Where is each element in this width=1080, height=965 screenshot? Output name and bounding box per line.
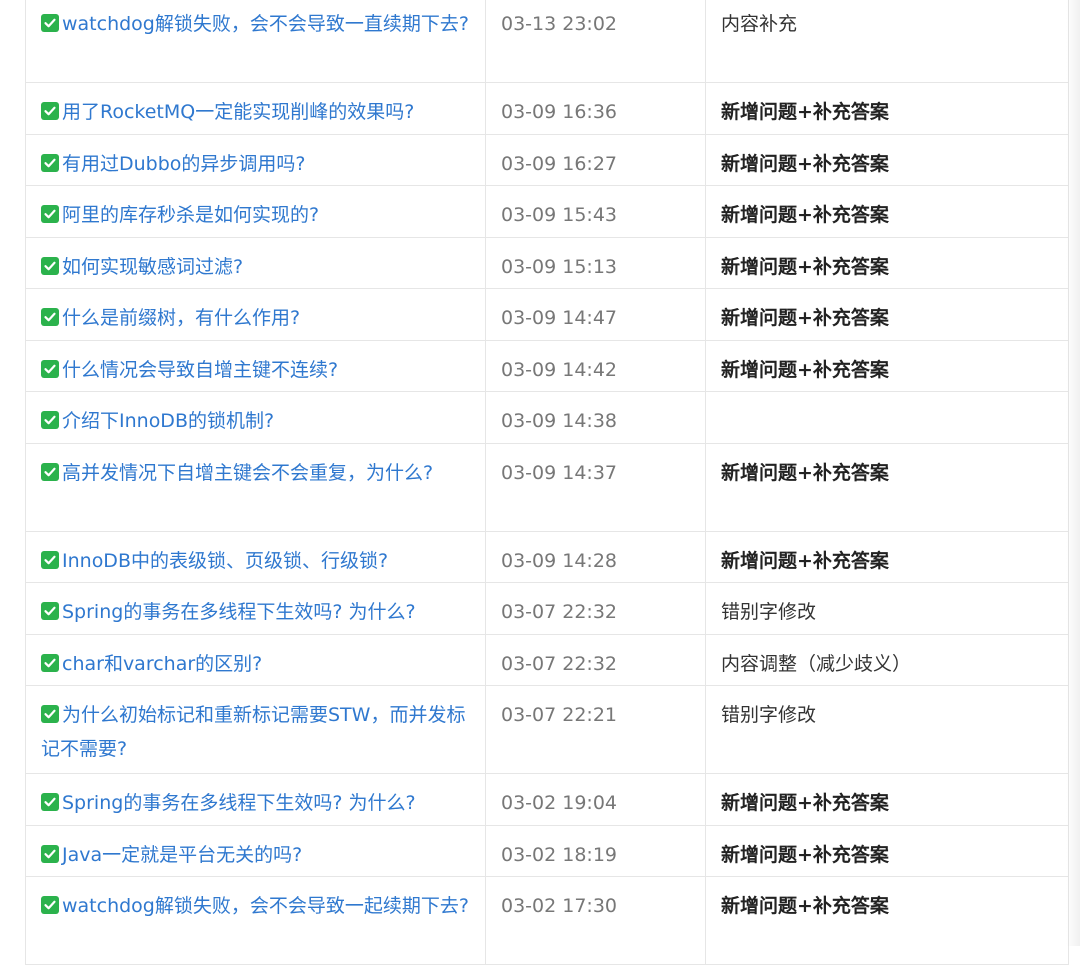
update-time: 03-02 17:30 <box>485 876 706 965</box>
update-time: 03-09 14:37 <box>485 442 706 532</box>
check-box-icon <box>41 153 59 172</box>
table-row: watchdog解锁失败，会不会导致一直续期下去? 03-13 23:02 内容补充 <box>25 0 1069 83</box>
question-link[interactable]: Java一定就是平台无关的吗? <box>62 844 302 866</box>
question-link[interactable]: Spring的事务在多线程下生效吗? 为什么? <box>62 601 416 623</box>
question-cell: 如何实现敏感词过滤? <box>25 236 486 289</box>
question-cell: watchdog解锁失败，会不会导致一直续期下去? <box>25 0 486 83</box>
question-link[interactable]: 阿里的库存秒杀是如何实现的? <box>62 204 319 226</box>
update-time: 03-02 18:19 <box>485 824 706 877</box>
question-cell: InnoDB中的表级锁、页级锁、行级锁? <box>25 530 486 583</box>
question-cell: 用了RocketMQ一定能实现削峰的效果吗? <box>25 82 486 135</box>
change-note: 新增问题+补充答案 <box>705 773 1069 826</box>
question-cell: 阿里的库存秒杀是如何实现的? <box>25 185 486 238</box>
table-row: 为什么初始标记和重新标记需要STW，而并发标记不需要? 03-07 22:21 错别… <box>25 685 1069 774</box>
table-row: Spring的事务在多线程下生效吗? 为什么? 03-02 19:04 新增问题+补… <box>25 773 1069 826</box>
question-cell: 什么是前缀树，有什么作用? <box>25 288 486 341</box>
check-box-icon <box>41 205 59 223</box>
check-box-icon <box>41 793 59 811</box>
update-time: 03-13 23:02 <box>485 0 706 83</box>
question-cell: Spring的事务在多线程下生效吗? 为什么? <box>25 582 486 635</box>
question-cell: watchdog解锁失败，会不会导致一起续期下去? <box>25 876 486 965</box>
update-time: 03-02 19:04 <box>485 773 706 826</box>
question-link[interactable]: watchdog解锁失败，会不会导致一起续期下去? <box>62 895 469 917</box>
table-row: 高并发情况下自增主键会不会重复，为什么? 03-09 14:37 新增问题+补充答案 <box>25 442 1069 532</box>
question-cell: 有用过Dubbo的异步调用吗? <box>25 133 486 186</box>
update-time: 03-09 14:38 <box>485 391 706 444</box>
question-cell: 为什么初始标记和重新标记需要STW，而并发标记不需要? <box>25 685 486 774</box>
check-box-icon <box>41 653 59 672</box>
question-link[interactable]: InnoDB中的表级锁、页级锁、行级锁? <box>62 550 388 572</box>
table-row: Spring的事务在多线程下生效吗? 为什么? 03-07 22:32 错别字修改 <box>25 582 1069 635</box>
change-note: 新增问题+补充答案 <box>705 133 1069 186</box>
question-link[interactable]: 有用过Dubbo的异步调用吗? <box>62 153 306 175</box>
question-cell: 高并发情况下自增主键会不会重复，为什么? <box>25 442 486 532</box>
question-link[interactable]: 为什么初始标记和重新标记需要STW，而并发标记不需要? <box>41 704 465 760</box>
check-box-icon <box>41 602 59 620</box>
change-note: 内容调整（减少歧义） <box>705 633 1069 686</box>
check-box-icon <box>41 411 59 429</box>
change-note: 新增问题+补充答案 <box>705 288 1069 341</box>
question-cell: Java一定就是平台无关的吗? <box>25 824 486 877</box>
change-note: 新增问题+补充答案 <box>705 824 1069 877</box>
update-time: 03-07 22:32 <box>485 633 706 686</box>
change-note: 新增问题+补充答案 <box>705 530 1069 583</box>
table-row: 有用过Dubbo的异步调用吗? 03-09 16:27 新增问题+补充答案 <box>25 133 1069 186</box>
change-note: 新增问题+补充答案 <box>705 339 1069 392</box>
check-box-icon <box>41 359 59 378</box>
question-link[interactable]: 高并发情况下自增主键会不会重复，为什么? <box>62 462 433 484</box>
changelog-rows: watchdog解锁失败，会不会导致一直续期下去? 03-13 23:02 内容补充… <box>25 0 1069 965</box>
update-time: 03-09 14:47 <box>485 288 706 341</box>
question-link[interactable]: Spring的事务在多线程下生效吗? 为什么? <box>62 792 416 814</box>
table-row: 什么情况会导致自增主键不连续? 03-09 14:42 新增问题+补充答案 <box>25 339 1069 392</box>
change-note: 新增问题+补充答案 <box>705 82 1069 135</box>
table-row: Java一定就是平台无关的吗? 03-02 18:19 新增问题+补充答案 <box>25 824 1069 877</box>
question-link[interactable]: 介绍下InnoDB的锁机制? <box>62 410 274 432</box>
change-note: 新增问题+补充答案 <box>705 236 1069 289</box>
question-cell: 介绍下InnoDB的锁机制? <box>25 391 486 444</box>
check-box-icon <box>41 256 59 275</box>
check-box-icon <box>41 14 59 32</box>
check-box-icon <box>41 550 59 569</box>
table-row: char和varchar的区别? 03-07 22:32 内容调整（减少歧义） <box>25 633 1069 686</box>
update-time: 03-09 16:27 <box>485 133 706 186</box>
question-link[interactable]: 如何实现敏感词过滤? <box>62 256 243 278</box>
table-row: 介绍下InnoDB的锁机制? 03-09 14:38 <box>25 391 1069 444</box>
check-box-icon <box>41 844 59 863</box>
question-link[interactable]: 什么情况会导致自增主键不连续? <box>62 359 338 381</box>
table-row: 如何实现敏感词过滤? 03-09 15:13 新增问题+补充答案 <box>25 236 1069 289</box>
change-note: 内容补充 <box>705 0 1069 83</box>
update-time: 03-09 14:28 <box>485 530 706 583</box>
question-cell: 什么情况会导致自增主键不连续? <box>25 339 486 392</box>
question-cell: Spring的事务在多线程下生效吗? 为什么? <box>25 773 486 826</box>
table-row: InnoDB中的表级锁、页级锁、行级锁? 03-09 14:28 新增问题+补充答案 <box>25 530 1069 583</box>
change-note: 新增问题+补充答案 <box>705 185 1069 238</box>
change-note: 新增问题+补充答案 <box>705 876 1069 965</box>
change-note: 新增问题+补充答案 <box>705 442 1069 532</box>
changelog-table: watchdog解锁失败，会不会导致一直续期下去? 03-13 23:02 内容补充… <box>25 0 1069 965</box>
change-note: 错别字修改 <box>705 582 1069 635</box>
question-link[interactable]: char和varchar的区别? <box>62 653 262 675</box>
update-time: 03-09 14:42 <box>485 339 706 392</box>
check-box-icon <box>41 705 59 723</box>
update-time: 03-07 22:21 <box>485 685 706 774</box>
question-link[interactable]: 什么是前缀树，有什么作用? <box>62 307 300 329</box>
update-time: 03-07 22:32 <box>485 582 706 635</box>
check-box-icon <box>41 462 59 481</box>
question-link[interactable]: 用了RocketMQ一定能实现削峰的效果吗? <box>62 101 414 123</box>
check-box-icon <box>41 102 59 120</box>
update-time: 03-09 15:43 <box>485 185 706 238</box>
table-row: 什么是前缀树，有什么作用? 03-09 14:47 新增问题+补充答案 <box>25 288 1069 341</box>
change-note <box>705 391 1069 444</box>
table-row: 阿里的库存秒杀是如何实现的? 03-09 15:43 新增问题+补充答案 <box>25 185 1069 238</box>
question-cell: char和varchar的区别? <box>25 633 486 686</box>
update-time: 03-09 16:36 <box>485 82 706 135</box>
table-row: watchdog解锁失败，会不会导致一起续期下去? 03-02 17:30 新增问题… <box>25 876 1069 965</box>
question-link[interactable]: watchdog解锁失败，会不会导致一直续期下去? <box>62 13 469 35</box>
table-row: 用了RocketMQ一定能实现削峰的效果吗? 03-09 16:36 新增问题+补充… <box>25 82 1069 135</box>
change-note: 错别字修改 <box>705 685 1069 774</box>
check-box-icon <box>41 308 59 326</box>
update-time: 03-09 15:13 <box>485 236 706 289</box>
check-box-icon <box>41 896 59 914</box>
